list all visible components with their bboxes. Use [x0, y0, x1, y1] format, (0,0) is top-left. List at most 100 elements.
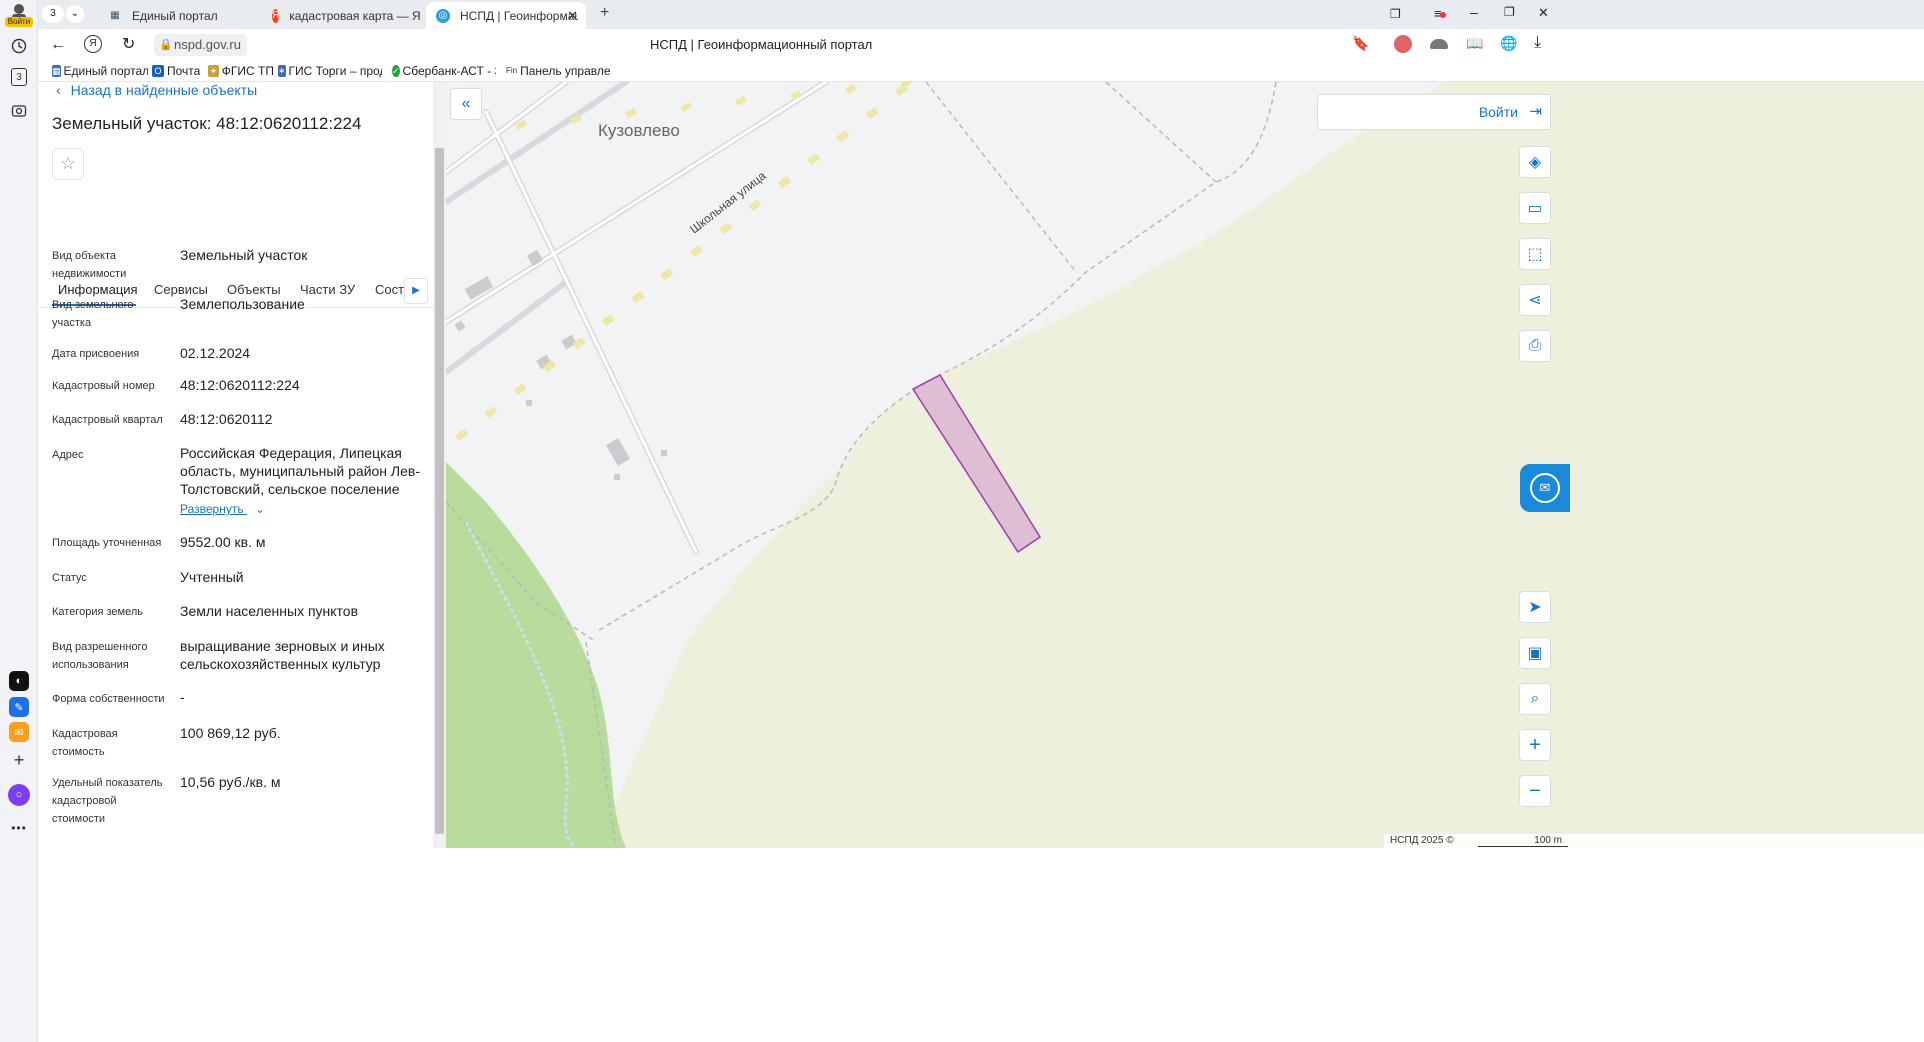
restore-icon[interactable]: ❐ — [1504, 5, 1515, 19]
field-value: 48:12:0620112:224 — [180, 377, 300, 393]
minimize-icon[interactable]: – — [1470, 4, 1478, 20]
copyright-text: НСПД 2025 © — [1390, 835, 1454, 846]
map-view[interactable]: Кузовлево Школьная улица « Войти ⇥ ◈ ▭ ⬚… — [446, 82, 1924, 848]
print-button[interactable]: ⎙ — [1519, 330, 1551, 362]
minimap-button[interactable]: ▣ — [1519, 637, 1551, 669]
bookmark-fgis[interactable]: ✦ ФГИС ТП — [208, 64, 274, 78]
house-marker — [484, 406, 498, 419]
field-label: Кадастровый квартал — [52, 414, 163, 426]
yandex-logo-icon[interactable]: Я — [84, 35, 102, 53]
bookmark-gis-torgi[interactable]: ✶ ГИС Торги – прод — [278, 64, 382, 78]
field-value: - — [180, 689, 185, 705]
house-marker — [625, 107, 637, 119]
bookmark-control-panel[interactable]: Fin Панель управлен — [506, 64, 610, 78]
alice-icon[interactable]: ○ — [8, 784, 30, 806]
mail-icon[interactable]: ✉ — [9, 722, 29, 742]
login-icon: ⇥ — [1529, 103, 1542, 120]
messenger-icon[interactable]: ✎ — [9, 697, 29, 717]
ruler-button[interactable]: ▭ — [1519, 192, 1551, 224]
sber-icon: ✓ — [392, 65, 400, 77]
profile-login-badge[interactable]: Войти — [5, 17, 33, 27]
address-bar: ← Я ↻ 🔒 nspd.gov.ru НСПД | Геоинформацио… — [38, 29, 1924, 62]
search-location-button[interactable]: ⌕ — [1519, 683, 1551, 715]
bookmark-icon[interactable]: 🔖 — [1352, 35, 1369, 52]
area-select-icon: ⬚ — [1527, 246, 1543, 263]
bookmark-label: ФГИС ТП — [221, 64, 274, 78]
forest-area — [446, 462, 626, 848]
more-icon[interactable]: ••• — [9, 818, 29, 838]
expand-address-link[interactable]: Развернуть ⌄ — [180, 502, 265, 516]
village-label: Кузовлево — [598, 121, 680, 140]
notifications-icon[interactable]: ≡ — [1434, 6, 1446, 21]
url-text: nspd.gov.ru — [174, 37, 241, 52]
zoom-in-button[interactable]: + — [1519, 729, 1551, 761]
window-close-icon[interactable]: ✕ — [1538, 5, 1549, 21]
field-label: Статус — [52, 572, 87, 584]
house-marker — [777, 176, 791, 189]
print-icon: ⎙ — [1528, 337, 1542, 354]
download-icon[interactable]: ⤓ — [1534, 34, 1541, 52]
zoom-out-button[interactable]: − — [1519, 775, 1551, 807]
expand-link-label: Развернуть — [180, 502, 244, 516]
field-label: Вид объекта недвижимости — [52, 250, 127, 280]
lock-icon: 🔒 — [159, 39, 173, 51]
house-marker — [689, 245, 703, 258]
bookmark-label: Панель управлен — [520, 64, 610, 78]
tab-nspd[interactable]: ◎ НСПД | Геоинформаци ✕ — [426, 2, 586, 29]
tab-group-count[interactable]: 3 — [42, 5, 64, 23]
field-label: Дата присвоения — [52, 348, 140, 360]
favorite-star-icon[interactable]: ☆ — [52, 148, 84, 180]
translate-icon[interactable]: 🌐 — [1500, 35, 1517, 52]
collections-icon[interactable]: ❐ — [1390, 7, 1401, 21]
field-area — [596, 82, 1924, 848]
vpn-icon[interactable] — [1430, 39, 1448, 49]
ruler-icon: ▭ — [1527, 200, 1543, 217]
building-icon: ▦ — [52, 65, 61, 77]
search-location-icon: ⌕ — [1530, 690, 1540, 707]
extension-icon[interactable] — [1394, 35, 1412, 53]
zoom-out-icon: − — [1529, 779, 1541, 802]
field-value: 100 869,12 руб. — [180, 725, 281, 741]
reader-icon[interactable]: 📖 — [1466, 35, 1483, 52]
field-label: Адрес — [52, 449, 84, 461]
layers-icon: ◈ — [1528, 154, 1542, 171]
scale-bar: 100 m — [1478, 835, 1568, 847]
tab-yandex-search[interactable]: Я кадастровая карта — Янд — [262, 2, 420, 29]
locate-button[interactable]: ➤ — [1519, 591, 1551, 623]
house-marker — [513, 383, 527, 396]
field-value: Учтенный — [180, 569, 244, 585]
layers-button[interactable]: ◈ — [1519, 146, 1551, 178]
close-icon[interactable]: ✕ — [567, 8, 578, 24]
field-label: Кадастровая стоимость — [52, 728, 118, 758]
field-value: Российская Федерация, Липецкая область, … — [180, 445, 420, 497]
tabs-counter-icon[interactable]: 3 — [11, 68, 27, 86]
share-button[interactable]: ⋖ — [1519, 284, 1551, 316]
area-select-button[interactable]: ⬚ — [1519, 238, 1551, 270]
house-marker — [572, 337, 586, 350]
collapse-panel-button[interactable]: « — [450, 88, 482, 120]
chevron-left-icon: ‹ — [56, 82, 61, 98]
tab-list-chevron-icon[interactable]: ⌄ — [66, 5, 84, 23]
add-icon[interactable]: + — [9, 750, 29, 770]
url-field[interactable]: 🔒 nspd.gov.ru — [154, 34, 247, 56]
yandex-icon: Я — [272, 8, 280, 23]
reload-icon[interactable]: ↻ — [122, 34, 135, 54]
bookmark-single-portal[interactable]: ▦ Единый портал — [52, 64, 148, 78]
history-icon[interactable] — [9, 36, 29, 56]
map-canvas[interactable]: Кузовлево Школьная улица — [446, 82, 1924, 848]
house-marker — [845, 83, 857, 95]
bookmark-mail[interactable]: O Почта — [152, 64, 204, 78]
screenshot-icon[interactable] — [9, 101, 29, 121]
login-button[interactable]: Войти ⇥ — [1317, 94, 1551, 130]
app-circle-icon[interactable]: ◐ — [9, 671, 29, 691]
object-info-panel: ‹ Назад в найденные объекты Земельный уча… — [38, 82, 433, 1042]
back-arrow-icon[interactable]: ← — [50, 36, 66, 54]
support-chat-button[interactable]: ✉ — [1520, 464, 1570, 512]
tab-single-portal[interactable]: ▦ Единый портал — [98, 2, 258, 29]
back-to-results-link[interactable]: ‹ Назад в найденные объекты — [56, 82, 257, 98]
tab-info[interactable]: Информация — [58, 282, 138, 297]
new-tab-icon[interactable]: + — [600, 4, 609, 22]
bookmark-sberbank-ast[interactable]: ✓ Сбербанк-АСТ - З — [392, 64, 496, 78]
field-value: 10,56 руб./кв. м — [180, 774, 281, 790]
panel-scrollbar-thumb[interactable] — [435, 148, 444, 834]
